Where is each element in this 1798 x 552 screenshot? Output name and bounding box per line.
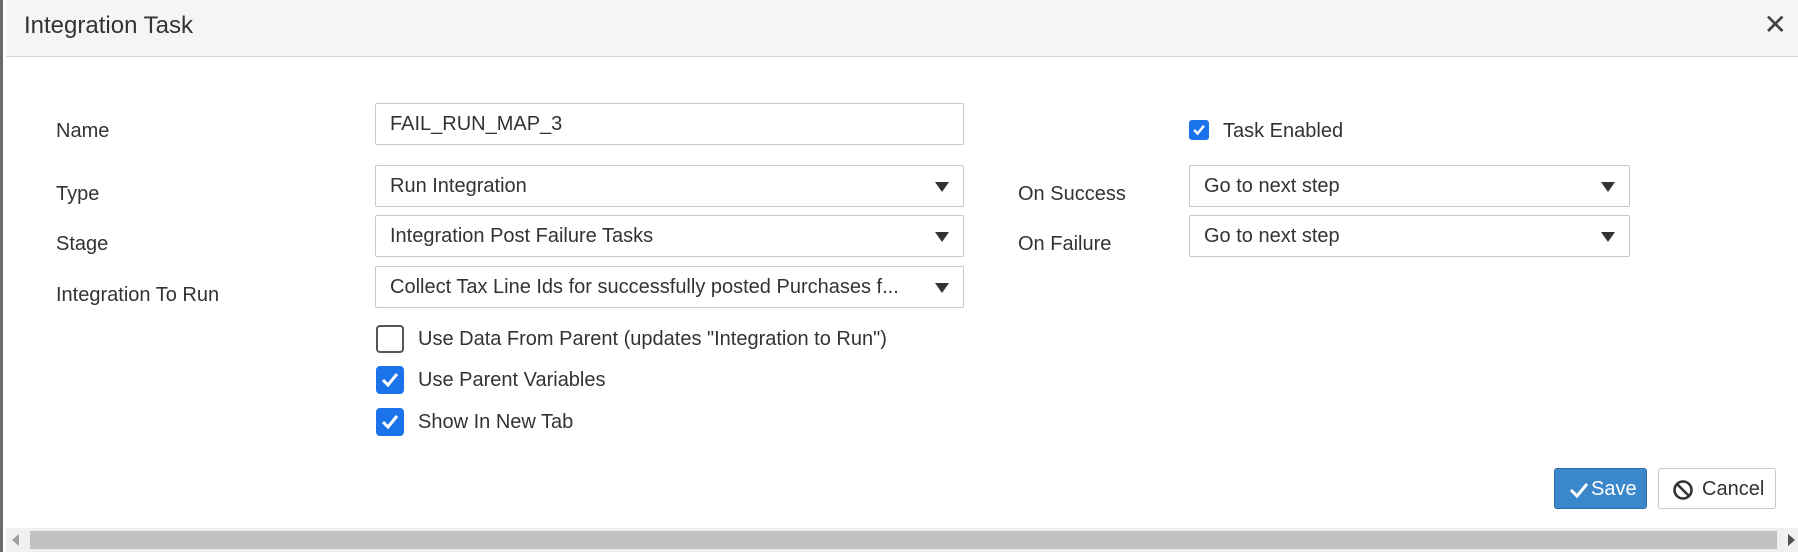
chevron-down-icon: [1601, 182, 1615, 192]
save-button-label: Save: [1591, 478, 1637, 500]
stage-select[interactable]: Integration Post Failure Tasks: [375, 215, 964, 257]
ban-icon: [1673, 480, 1693, 500]
save-button[interactable]: Save: [1554, 468, 1647, 509]
chevron-down-icon: [1601, 232, 1615, 242]
task-enabled-checkbox[interactable]: [1189, 120, 1209, 140]
dialog-title: Integration Task: [24, 12, 193, 39]
integration-to-run-value: Collect Tax Line Ids for successfully po…: [390, 276, 899, 298]
close-icon[interactable]: ✕: [1764, 10, 1787, 40]
use-data-from-parent-label: Use Data From Parent (updates "Integrati…: [418, 328, 887, 350]
checkmark-icon: [1569, 483, 1589, 499]
on-success-label: On Success: [1018, 183, 1126, 205]
type-label: Type: [56, 183, 100, 205]
on-success-value: Go to next step: [1204, 175, 1340, 197]
stage-label: Stage: [56, 233, 109, 255]
stage-value: Integration Post Failure Tasks: [390, 225, 654, 247]
dialog-header: Integration Task ✕: [6, 0, 1798, 57]
name-label: Name: [56, 120, 110, 142]
on-failure-value: Go to next step: [1204, 225, 1340, 247]
cancel-button[interactable]: Cancel: [1658, 468, 1776, 509]
type-select[interactable]: Run Integration: [375, 165, 964, 207]
integration-to-run-select[interactable]: Collect Tax Line Ids for successfully po…: [375, 266, 964, 308]
horizontal-scrollbar[interactable]: [6, 528, 1798, 552]
use-parent-variables-label: Use Parent Variables: [418, 369, 606, 391]
checkmark-icon: [381, 373, 399, 388]
show-in-new-tab-label: Show In New Tab: [418, 411, 574, 433]
scroll-right-icon[interactable]: [1788, 534, 1795, 546]
chevron-down-icon: [935, 182, 949, 192]
integration-task-dialog: Integration Task ✕ Name Type Stage Integ…: [0, 0, 1798, 552]
name-input[interactable]: FAIL_RUN_MAP_3: [375, 103, 964, 145]
type-value: Run Integration: [390, 175, 527, 197]
chevron-down-icon: [935, 283, 949, 293]
scrollbar-thumb[interactable]: [30, 531, 1777, 549]
chevron-down-icon: [935, 232, 949, 242]
use-data-from-parent-checkbox[interactable]: [376, 325, 404, 353]
task-enabled-label: Task Enabled: [1223, 120, 1344, 142]
on-failure-label: On Failure: [1018, 233, 1112, 255]
checkmark-icon: [1193, 125, 1205, 136]
use-parent-variables-checkbox[interactable]: [376, 366, 404, 394]
name-value: FAIL_RUN_MAP_3: [390, 113, 563, 135]
show-in-new-tab-checkbox[interactable]: [376, 408, 404, 436]
on-success-select[interactable]: Go to next step: [1189, 165, 1630, 207]
checkmark-icon: [381, 415, 399, 430]
on-failure-select[interactable]: Go to next step: [1189, 215, 1630, 257]
integration-to-run-label: Integration To Run: [56, 284, 220, 306]
scroll-left-icon[interactable]: [12, 534, 19, 546]
cancel-button-label: Cancel: [1702, 478, 1765, 500]
